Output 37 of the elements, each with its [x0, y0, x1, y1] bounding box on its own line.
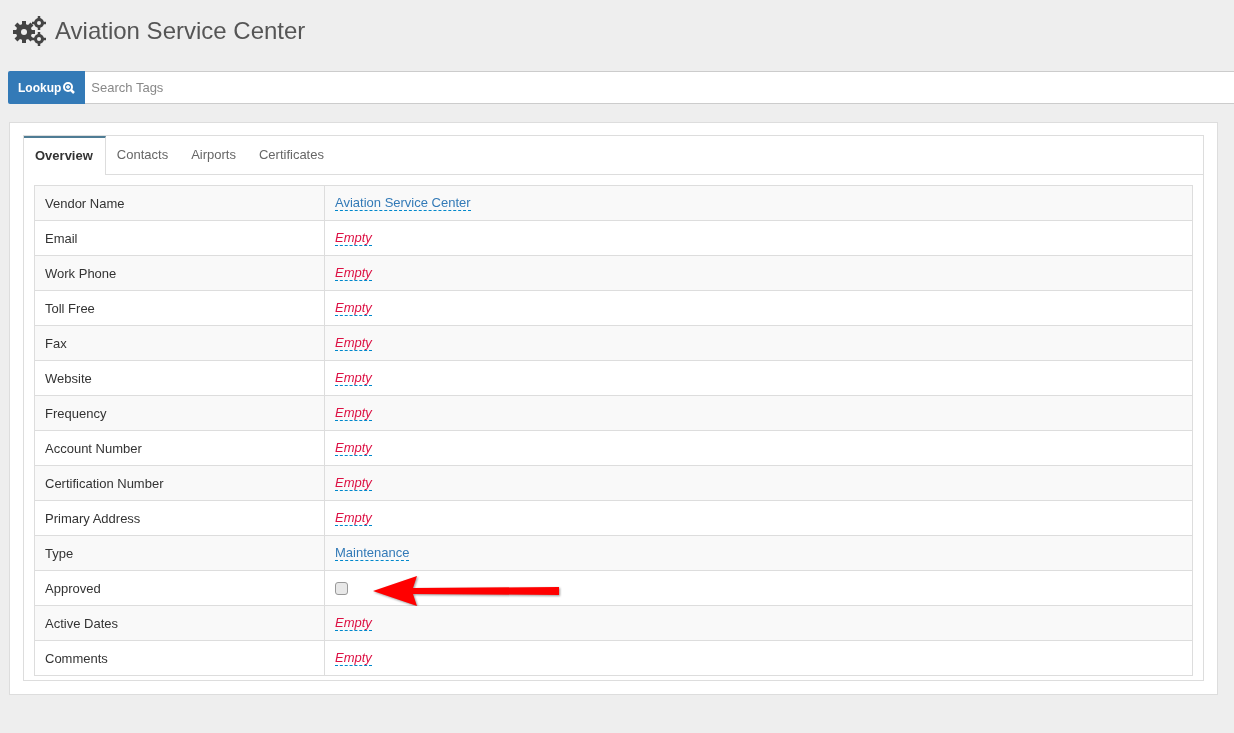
- tab[interactable]: Airports: [180, 136, 248, 174]
- field-label: Comments: [45, 650, 108, 666]
- field-label: Frequency: [45, 405, 107, 421]
- page-title: Aviation Service Center: [55, 16, 306, 45]
- empty-value-link[interactable]: Empty: [335, 405, 372, 421]
- approved-checkbox[interactable]: [335, 581, 348, 595]
- empty-value-link[interactable]: Empty: [335, 440, 372, 456]
- empty-value-link[interactable]: Empty: [335, 650, 372, 666]
- field-label: Email: [45, 230, 78, 246]
- field-label: Work Phone: [45, 265, 117, 281]
- tab[interactable]: Overview: [24, 136, 106, 175]
- gears-icon: [11, 14, 47, 47]
- field-label: Approved: [45, 580, 101, 596]
- editable-value-link[interactable]: Aviation Service Center: [335, 195, 471, 211]
- search-field[interactable]: Search Tags: [85, 71, 1234, 104]
- field-label: Toll Free: [45, 300, 95, 316]
- tab[interactable]: Contacts: [105, 136, 181, 174]
- field-label: Website: [45, 370, 92, 386]
- empty-value-link[interactable]: Empty: [335, 335, 372, 351]
- field-label: Certification Number: [45, 475, 164, 491]
- tab[interactable]: Certificates: [247, 136, 336, 174]
- empty-value-link[interactable]: Empty: [335, 265, 372, 281]
- empty-value-link[interactable]: Empty: [335, 615, 372, 631]
- empty-value-link[interactable]: Empty: [335, 475, 372, 491]
- empty-value-link[interactable]: Empty: [335, 230, 372, 246]
- empty-value-link[interactable]: Empty: [335, 510, 372, 526]
- editable-value-link[interactable]: Maintenance: [335, 545, 410, 561]
- field-label: Type: [45, 545, 74, 561]
- field-label: Fax: [45, 335, 67, 351]
- field-label: Primary Address: [45, 510, 141, 526]
- zoom-in-icon: [63, 81, 76, 94]
- empty-value-link[interactable]: Empty: [335, 300, 372, 316]
- field-label: Vendor Name: [45, 195, 125, 211]
- field-label: Active Dates: [45, 615, 118, 631]
- lookup-button[interactable]: Lookup: [8, 71, 86, 104]
- field-label: Account Number: [45, 440, 142, 456]
- empty-value-link[interactable]: Empty: [335, 370, 372, 386]
